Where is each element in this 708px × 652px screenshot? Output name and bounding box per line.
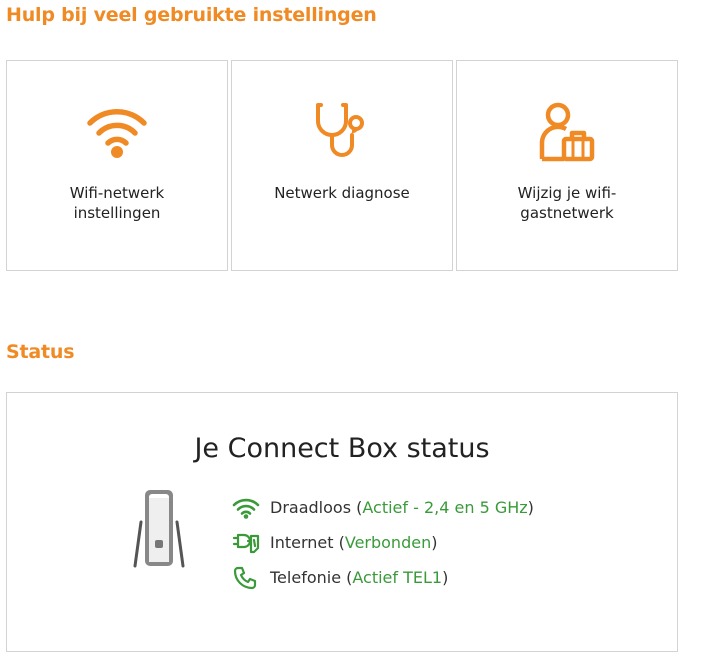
status-item-telephony: Telefonie (Actief TEL1) [231, 560, 534, 595]
status-list: Draadloos (Actief - 2,4 en 5 GHz) Intern… [231, 490, 534, 595]
status-section-title: Status [6, 341, 75, 363]
status-item-wireless: Draadloos (Actief - 2,4 en 5 GHz) [231, 490, 534, 525]
status-internet-value: Verbonden [344, 533, 432, 552]
stethoscope-icon [232, 101, 452, 163]
status-internet-label: Internet [270, 533, 334, 552]
status-telephony-value: Actief TEL1 [352, 568, 443, 587]
card-wifi-settings-label: Wifi-netwerk instellingen [69, 184, 165, 222]
card-guest-network[interactable]: Wijzig je wifi-gastnetwerk [456, 60, 678, 271]
guest-luggage-icon [457, 101, 677, 163]
card-guest-network-label: Wijzig je wifi-gastnetwerk [517, 184, 617, 222]
card-network-diagnosis[interactable]: Netwerk diagnose [231, 60, 453, 271]
card-wifi-settings[interactable]: Wifi-netwerk instellingen [6, 60, 228, 271]
wifi-icon [7, 101, 227, 163]
card-network-diagnosis-label: Netwerk diagnose [274, 184, 410, 202]
connect-box-device-icon [131, 488, 187, 572]
status-wireless-label: Draadloos [270, 498, 352, 517]
phone-icon [231, 566, 261, 590]
internet-plug-icon [231, 531, 261, 555]
help-section-title: Hulp bij veel gebruikte instellingen [6, 4, 377, 26]
status-item-internet: Internet (Verbonden) [231, 525, 534, 560]
status-heading: Je Connect Box status [194, 433, 490, 464]
status-telephony-label: Telefonie [270, 568, 342, 587]
status-wireless-value: Actief - 2,4 en 5 GHz [362, 498, 528, 517]
wifi-icon [231, 496, 261, 520]
status-panel: Je Connect Box status Draadloos (Actief… [6, 392, 678, 652]
